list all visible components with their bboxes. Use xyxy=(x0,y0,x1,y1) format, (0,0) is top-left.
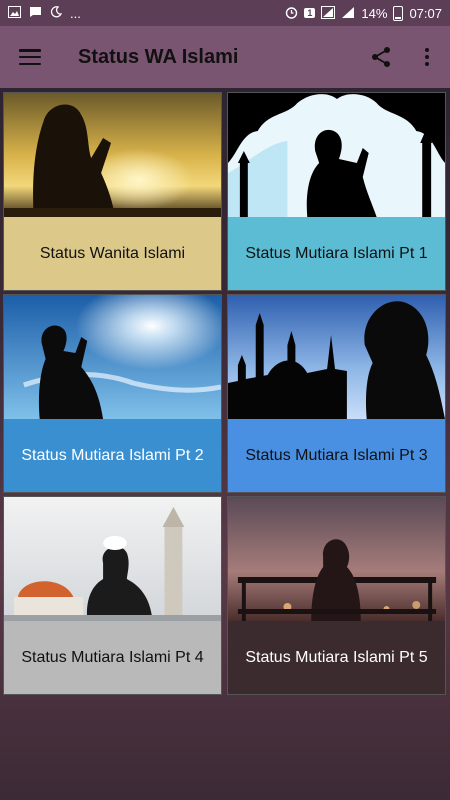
category-card[interactable]: Status Mutiara Islami Pt 5 xyxy=(227,496,446,695)
card-image-woman-praying-sunset xyxy=(4,93,221,217)
alarm-icon xyxy=(285,6,298,21)
card-label-text: Status Mutiara Islami Pt 4 xyxy=(21,648,204,666)
card-image-woman-bench-dusk xyxy=(228,497,445,621)
hamburger-icon xyxy=(19,49,41,65)
card-label: Status Mutiara Islami Pt 4 xyxy=(4,621,221,694)
moon-icon xyxy=(50,6,63,20)
message-icon xyxy=(29,6,42,20)
battery-percent: 14% xyxy=(361,5,388,21)
card-label: Status Mutiara Islami Pt 5 xyxy=(228,621,445,694)
card-image-man-praying-sky xyxy=(4,295,221,419)
card-image-man-praying-mosque-arch xyxy=(228,93,445,217)
clock: 07:07 xyxy=(409,5,442,21)
category-card[interactable]: Status Mutiara Islami Pt 3 xyxy=(227,294,446,493)
share-button[interactable] xyxy=(358,26,404,88)
status-bar-left: ... xyxy=(8,6,81,21)
category-card[interactable]: Status Mutiara Islami Pt 1 xyxy=(227,92,446,291)
category-grid: Status Wanita Islami Status Mutiara Isla… xyxy=(3,92,447,695)
page-title: Status WA Islami xyxy=(78,45,239,68)
share-icon xyxy=(372,47,390,67)
sim-badge-icon: 1 xyxy=(304,8,316,18)
app-bar: Status WA Islami xyxy=(0,26,450,88)
app-bar-actions xyxy=(358,26,450,88)
card-label-text: Status Mutiara Islami Pt 5 xyxy=(245,648,428,666)
battery-icon xyxy=(393,5,404,21)
signal-bars-icon xyxy=(341,6,355,21)
card-image-mosque-silhouette-prayer xyxy=(228,295,445,419)
card-label: Status Wanita Islami xyxy=(4,217,221,290)
card-label-text: Status Mutiara Islami Pt 3 xyxy=(245,446,428,464)
status-bar: ... 1 14% 07:07 xyxy=(0,0,450,26)
more-options-button[interactable] xyxy=(404,26,450,88)
status-more-text: ... xyxy=(70,5,81,21)
category-card[interactable]: Status Mutiara Islami Pt 2 xyxy=(3,294,222,493)
signal-icon xyxy=(321,5,336,21)
card-label-text: Status Wanita Islami xyxy=(39,244,186,262)
card-label-text: Status Mutiara Islami Pt 1 xyxy=(245,244,428,262)
more-vert-icon xyxy=(425,48,429,66)
card-image-man-mosque-dome xyxy=(4,497,221,621)
category-card[interactable]: Status Mutiara Islami Pt 4 xyxy=(3,496,222,695)
card-label: Status Mutiara Islami Pt 1 xyxy=(228,217,445,290)
card-label: Status Mutiara Islami Pt 3 xyxy=(228,419,445,492)
card-label-text: Status Mutiara Islami Pt 2 xyxy=(21,446,204,464)
image-icon xyxy=(8,6,21,20)
card-label: Status Mutiara Islami Pt 2 xyxy=(4,419,221,492)
menu-button[interactable] xyxy=(0,26,60,88)
category-card[interactable]: Status Wanita Islami xyxy=(3,92,222,291)
status-bar-right: 1 14% 07:07 xyxy=(285,5,442,21)
